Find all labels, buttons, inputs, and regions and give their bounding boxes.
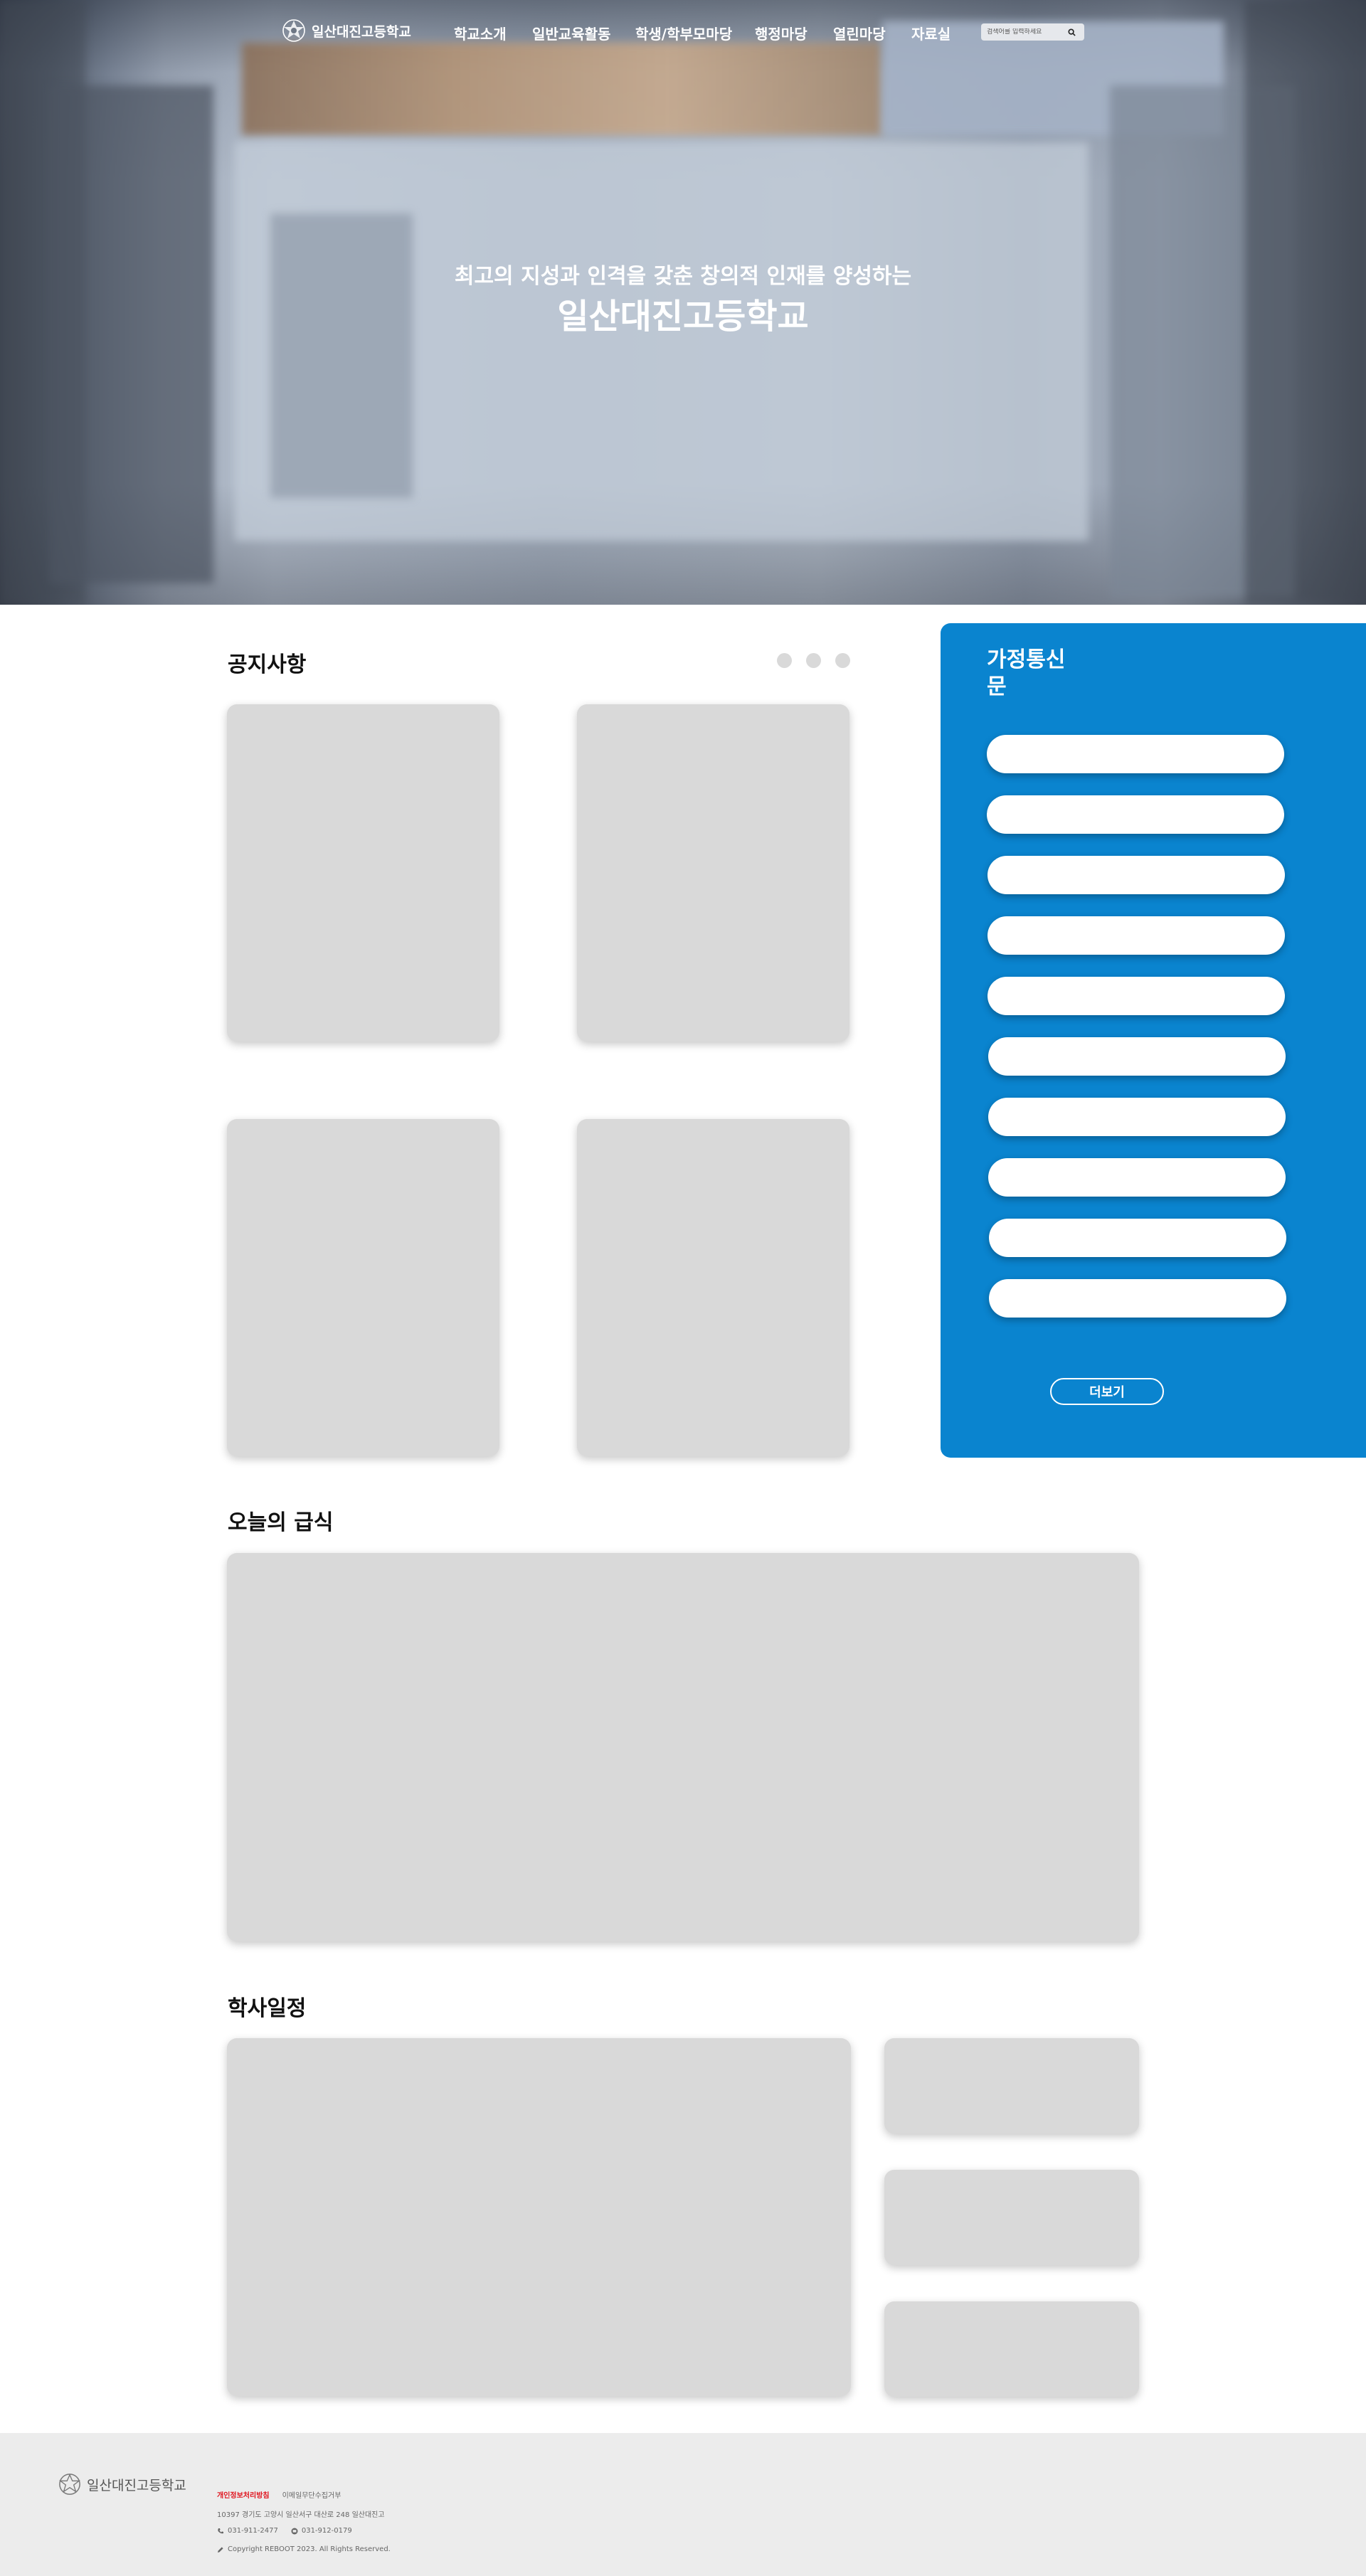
privacy-policy-link[interactable]: 개인정보처리방침	[217, 2489, 270, 2500]
footer-address: 10397 경기도 고양시 일산서구 대산로 248 일산대진고	[217, 2511, 385, 2519]
site-footer: 일산대진고등학교 개인정보처리방침 이메일무단수집거부 10397 경기도 고양…	[0, 2433, 1366, 2576]
slider-dot[interactable]	[835, 653, 850, 668]
notice-slider-dots	[777, 653, 850, 668]
school-emblem-icon	[282, 19, 305, 42]
copyright-text: Copyright REBOOT 2023. All Rights Reserv…	[228, 2545, 391, 2553]
newsletter-item[interactable]	[988, 1158, 1286, 1197]
schedule-event-card[interactable]	[884, 2038, 1139, 2134]
hero-title: 일산대진고등학교	[557, 297, 809, 336]
logo-text: 일산대진고등학교	[312, 23, 411, 40]
footer-contacts: 031-911-2477 031-912-0179	[217, 2527, 352, 2535]
nav-item-open-forum[interactable]: 열린마당	[833, 23, 886, 43]
notice-card[interactable]	[577, 1119, 849, 1456]
search-icon[interactable]	[1065, 26, 1078, 38]
newsletter-item[interactable]	[988, 1037, 1286, 1076]
footer-logo[interactable]: 일산대진고등학교	[58, 2473, 186, 2496]
schedule-event-card[interactable]	[884, 2301, 1139, 2397]
hero-subtitle: 최고의 지성과 인격을 갖춘 창의적 인재를 양성하는	[454, 264, 912, 289]
phone-icon	[218, 2528, 223, 2533]
meal-card[interactable]	[227, 1553, 1139, 1941]
top-navigation: 일산대진고등학교 학교소개 일반교육활동 학생/학부모마당 행정마당 열린마당 …	[0, 0, 1366, 64]
notice-card[interactable]	[577, 704, 849, 1041]
nav-item-school-intro[interactable]: 학교소개	[454, 23, 507, 43]
meal-section-title: 오늘의 급식	[228, 1510, 334, 1535]
nav-item-administration[interactable]: 행정마당	[755, 23, 808, 43]
nav-item-resources[interactable]: 자료실	[911, 23, 951, 43]
schedule-event-card[interactable]	[884, 2170, 1139, 2265]
newsletter-item[interactable]	[987, 795, 1284, 834]
footer-logo-text: 일산대진고등학교	[87, 2477, 186, 2493]
newsletter-item[interactable]	[988, 977, 1285, 1015]
slider-dot[interactable]	[777, 653, 792, 668]
nav-item-general-education[interactable]: 일반교육활동	[532, 23, 610, 43]
newsletter-item[interactable]	[989, 1279, 1286, 1318]
newsletter-panel: 가정통신문 더보기	[941, 623, 1366, 1458]
nav-item-students-parents[interactable]: 학생/학부모마당	[635, 23, 732, 43]
search-input[interactable]	[981, 28, 1065, 36]
slider-dot[interactable]	[806, 653, 821, 668]
footer-phone: 031-911-2477	[228, 2527, 278, 2535]
footer-links: 개인정보처리방침 이메일무단수집거부	[217, 2489, 341, 2500]
pencil-icon	[218, 2546, 223, 2553]
newsletter-more-button[interactable]: 더보기	[1050, 1378, 1164, 1405]
newsletter-item[interactable]	[987, 735, 1284, 773]
schedule-section-title: 학사일정	[228, 1996, 307, 2021]
school-emblem-icon	[58, 2474, 81, 2495]
notice-card[interactable]	[227, 704, 499, 1041]
notice-section-title: 공지사항	[228, 652, 307, 677]
fax-icon	[291, 2528, 298, 2534]
newsletter-item[interactable]	[988, 1098, 1286, 1136]
search-box	[981, 23, 1084, 41]
site-logo[interactable]: 일산대진고등학교	[282, 18, 411, 43]
notice-card[interactable]	[227, 1119, 499, 1456]
newsletter-item[interactable]	[988, 916, 1285, 955]
footer-fax: 031-912-0179	[301, 2527, 352, 2535]
newsletter-item[interactable]	[988, 856, 1285, 894]
footer-copyright: Copyright REBOOT 2023. All Rights Reserv…	[217, 2545, 391, 2553]
email-policy-link[interactable]: 이메일무단수집거부	[282, 2489, 342, 2500]
newsletter-title: 가정통신문	[987, 647, 1066, 699]
hero-banner: 일산대진고등학교 학교소개 일반교육활동 학생/학부모마당 행정마당 열린마당 …	[0, 0, 1366, 605]
newsletter-item[interactable]	[989, 1219, 1286, 1257]
schedule-calendar-card[interactable]	[227, 2038, 851, 2396]
